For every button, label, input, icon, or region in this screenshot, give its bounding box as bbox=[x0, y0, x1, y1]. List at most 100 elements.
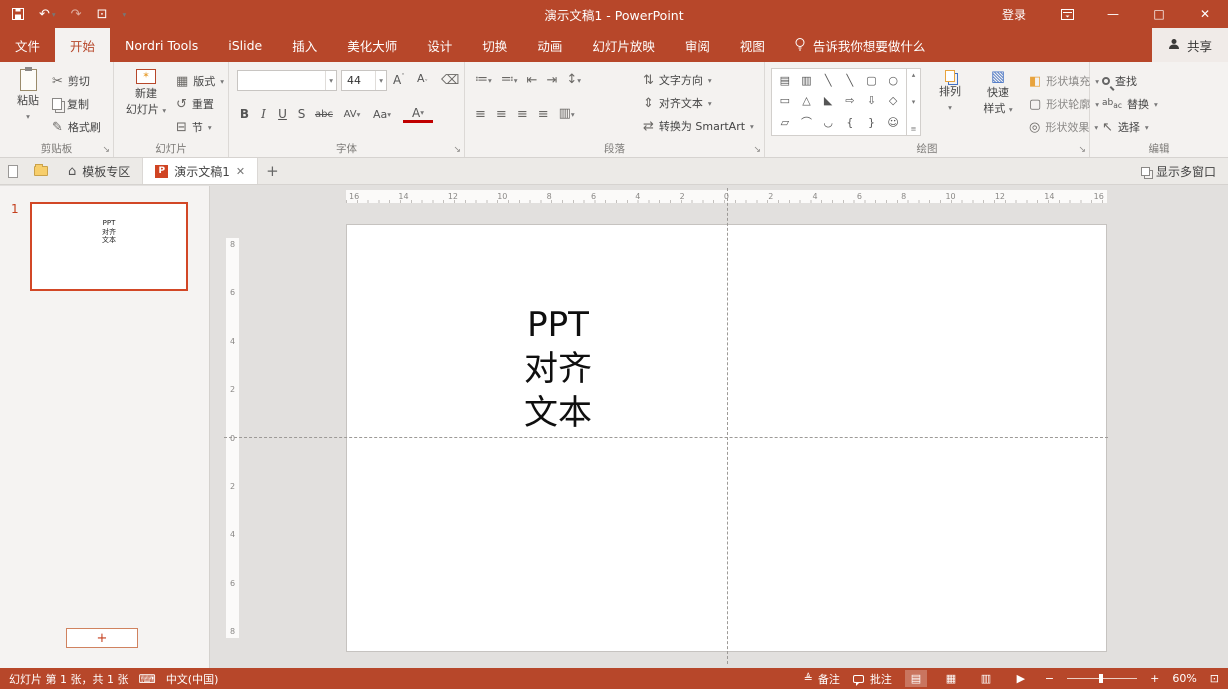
shape-icon[interactable]: ▥ bbox=[801, 74, 811, 87]
shape-icon[interactable]: ╲ bbox=[847, 74, 854, 87]
shrink-font-button[interactable]: Aˇ bbox=[417, 70, 428, 90]
close-tab-icon[interactable]: ✕ bbox=[236, 165, 245, 178]
ribbon-display-options-icon[interactable] bbox=[1044, 0, 1090, 28]
tab-view[interactable]: 视图 bbox=[725, 28, 780, 62]
keyboard-icon[interactable]: ⌨ bbox=[138, 672, 155, 686]
shape-icon[interactable]: ◡ bbox=[823, 116, 833, 129]
fit-to-window-icon[interactable]: ⊡ bbox=[1210, 672, 1219, 685]
minimize-button[interactable]: — bbox=[1090, 0, 1136, 28]
tab-insert[interactable]: 插入 bbox=[277, 28, 332, 62]
shape-icon[interactable]: ◇ bbox=[889, 94, 897, 107]
notes-button[interactable]: ≜备注 bbox=[804, 671, 840, 687]
show-multi-window-button[interactable]: 显示多窗口 bbox=[1129, 158, 1228, 184]
zoom-out-icon[interactable]: − bbox=[1045, 672, 1054, 685]
tab-islide[interactable]: iSlide bbox=[213, 28, 277, 62]
new-tab-button[interactable]: + bbox=[258, 158, 287, 184]
shape-icon[interactable]: △ bbox=[802, 94, 810, 107]
gallery-more-icon[interactable]: ≡ bbox=[911, 125, 917, 133]
copy-button[interactable]: 复制 bbox=[52, 94, 89, 114]
close-button[interactable]: ✕ bbox=[1182, 0, 1228, 28]
reading-view-icon[interactable]: ▥ bbox=[975, 670, 997, 687]
vertical-guide-line[interactable] bbox=[727, 188, 728, 664]
columns-icon[interactable]: ▥▾ bbox=[559, 107, 575, 121]
tab-beautify[interactable]: 美化大师 bbox=[332, 28, 412, 62]
shape-outline-button[interactable]: ▢形状轮廓▾ bbox=[1029, 94, 1099, 114]
redo-icon[interactable]: ↷ bbox=[71, 7, 82, 22]
tab-file[interactable]: 文件 bbox=[0, 28, 55, 62]
text-shadow-button[interactable]: S bbox=[292, 104, 311, 124]
strikethrough-button[interactable]: abc bbox=[311, 104, 337, 124]
shape-icon[interactable]: ▭ bbox=[780, 94, 790, 107]
shape-icon[interactable]: ○ bbox=[888, 74, 898, 87]
open-folder-icon[interactable] bbox=[26, 158, 56, 184]
shape-icon[interactable]: ▤ bbox=[780, 74, 790, 87]
clipboard-dialog-launcher-icon[interactable]: ↘ bbox=[102, 146, 110, 155]
tab-design[interactable]: 设计 bbox=[412, 28, 467, 62]
replace-button[interactable]: abac替换▾ bbox=[1102, 94, 1158, 114]
customize-qat-icon[interactable]: ▾ bbox=[122, 10, 126, 19]
vertical-ruler[interactable]: 8 6 4 2 0 2 4 6 8 bbox=[226, 238, 239, 638]
shape-icon[interactable]: ◣ bbox=[824, 94, 832, 107]
slideshow-view-icon[interactable]: ▶ bbox=[1010, 670, 1032, 687]
slide-text-block[interactable]: PPT 对齐 文本 bbox=[453, 303, 663, 435]
align-text-button[interactable]: ⇕对齐文本▾ bbox=[643, 93, 712, 113]
convert-smartart-button[interactable]: ⇄转换为 SmartArt▾ bbox=[643, 116, 754, 136]
shape-icon[interactable]: } bbox=[868, 116, 875, 129]
increase-indent-icon[interactable]: ⇥ bbox=[546, 74, 557, 87]
maximize-button[interactable]: □ bbox=[1136, 0, 1182, 28]
shape-icon[interactable]: ▢ bbox=[866, 74, 876, 87]
decrease-indent-icon[interactable]: ⇤ bbox=[527, 74, 538, 87]
normal-view-icon[interactable]: ▤ bbox=[905, 670, 927, 687]
template-zone-tab[interactable]: ⌂ 模板专区 bbox=[56, 158, 143, 184]
zoom-slider[interactable] bbox=[1067, 678, 1137, 679]
shape-icon[interactable]: ⌒ bbox=[801, 114, 812, 130]
numbering-icon[interactable]: ≕▾ bbox=[501, 73, 518, 87]
font-name-combo[interactable]: ▾ bbox=[237, 70, 337, 91]
sign-in-link[interactable]: 登录 bbox=[984, 6, 1044, 23]
shape-fill-button[interactable]: ◧形状填充▾ bbox=[1029, 71, 1099, 91]
scroll-up-icon[interactable]: ▴ bbox=[912, 71, 916, 79]
document-tab[interactable]: P 演示文稿1 ✕ bbox=[143, 158, 258, 184]
align-left-icon[interactable]: ≡ bbox=[475, 108, 486, 121]
new-document-icon[interactable] bbox=[0, 158, 26, 184]
layout-button[interactable]: ▦版式▾ bbox=[176, 71, 224, 91]
bold-button[interactable]: B bbox=[235, 104, 254, 124]
paragraph-dialog-launcher-icon[interactable]: ↘ bbox=[753, 146, 761, 155]
shapes-gallery[interactable]: ▤ ▥ ╲ ╲ ▢ ○ ▭ △ ◣ ⇨ ⇩ ◇ ▱ ⌒ ◡ { } bbox=[771, 68, 921, 136]
tab-slideshow[interactable]: 幻灯片放映 bbox=[577, 28, 670, 62]
paste-button[interactable]: 粘贴 ▾ bbox=[8, 69, 48, 123]
line-spacing-icon[interactable]: ↕▾ bbox=[566, 73, 581, 87]
reset-button[interactable]: ↺重置 bbox=[176, 94, 214, 114]
shape-icon[interactable]: ☺ bbox=[887, 116, 898, 129]
align-center-icon[interactable]: ≡ bbox=[496, 108, 507, 121]
tab-review[interactable]: 审阅 bbox=[670, 28, 725, 62]
font-size-combo[interactable]: 44 ▾ bbox=[341, 70, 387, 91]
shape-effects-button[interactable]: ◎形状效果▾ bbox=[1029, 117, 1098, 137]
section-button[interactable]: ⊟节▾ bbox=[176, 117, 212, 137]
new-slide-button[interactable]: ✶ 新建 幻灯片 ▾ bbox=[120, 69, 172, 117]
shape-icon[interactable]: ⇩ bbox=[867, 94, 876, 107]
zoom-in-icon[interactable]: + bbox=[1150, 672, 1159, 685]
zoom-slider-thumb[interactable] bbox=[1099, 674, 1103, 683]
font-dialog-launcher-icon[interactable]: ↘ bbox=[453, 146, 461, 155]
drawing-dialog-launcher-icon[interactable]: ↘ bbox=[1078, 146, 1086, 155]
justify-icon[interactable]: ≡ bbox=[538, 108, 549, 121]
italic-button[interactable]: I bbox=[254, 104, 273, 124]
tab-animations[interactable]: 动画 bbox=[522, 28, 577, 62]
comments-button[interactable]: 批注 bbox=[853, 671, 892, 687]
language-indicator[interactable]: 中文(中国) bbox=[166, 671, 219, 687]
find-button[interactable]: 查找 bbox=[1102, 71, 1137, 91]
slide-sorter-view-icon[interactable]: ▦ bbox=[940, 670, 962, 687]
select-button[interactable]: ↖选择▾ bbox=[1102, 117, 1149, 137]
slide-info[interactable]: 幻灯片 第 1 张，共 1 张 bbox=[9, 671, 128, 687]
cut-button[interactable]: ✂剪切 bbox=[52, 71, 90, 91]
undo-icon[interactable]: ↶▾ bbox=[39, 7, 56, 22]
arrange-button[interactable]: 排列 ▾ bbox=[929, 70, 971, 114]
align-right-icon[interactable]: ≡ bbox=[517, 108, 528, 121]
zoom-level[interactable]: 60% bbox=[1172, 672, 1196, 685]
tab-transitions[interactable]: 切换 bbox=[467, 28, 522, 62]
shape-icon[interactable]: ╲ bbox=[825, 74, 832, 87]
font-color-button[interactable]: A▾ bbox=[403, 106, 433, 123]
shape-icon[interactable]: { bbox=[846, 116, 853, 129]
clear-formatting-button[interactable]: ⌫ bbox=[441, 70, 459, 90]
